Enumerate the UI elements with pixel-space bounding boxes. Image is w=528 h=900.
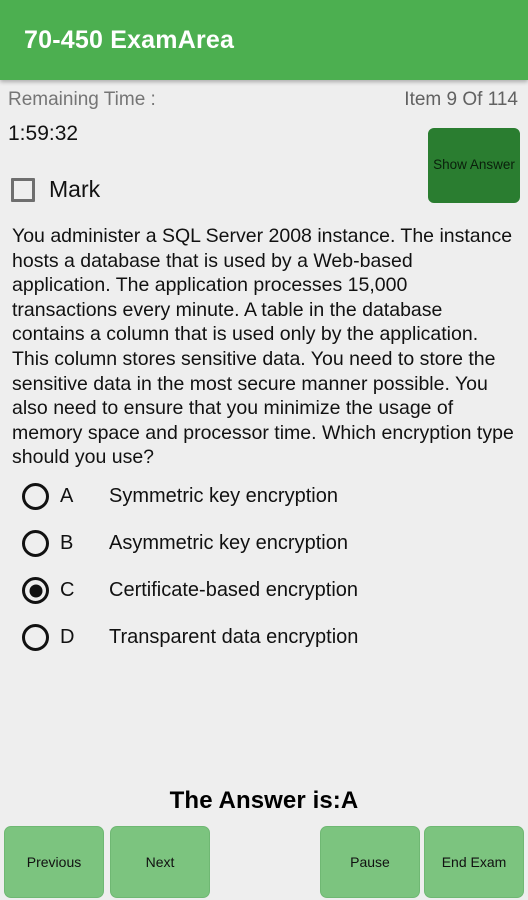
- option-letter-d: D: [60, 626, 75, 648]
- next-button[interactable]: Next: [110, 826, 210, 898]
- mark-checkbox[interactable]: [11, 177, 35, 202]
- answer-banner: The Answer is:A: [169, 787, 359, 814]
- radio-icon-d[interactable]: [22, 624, 49, 651]
- option-row-b[interactable]: B Asymmetric key encryption: [0, 520, 528, 567]
- status-row: Remaining Time : Item 9 Of 114: [0, 84, 528, 116]
- remaining-time-value: 1:59:32: [8, 122, 79, 145]
- option-row-c[interactable]: C Certificate-based encryption: [0, 567, 528, 614]
- show-answer-button[interactable]: Show Answer: [428, 128, 520, 203]
- timer-block: 1:59:32: [8, 120, 78, 148]
- question-text: You administer a SQL Server 2008 instanc…: [12, 225, 514, 469]
- radio-icon-c[interactable]: [22, 577, 49, 604]
- option-text-a: Symmetric key encryption: [109, 485, 338, 507]
- option-text-c: Certificate-based encryption: [109, 579, 359, 601]
- app-bar: 70-450 ExamArea: [0, 0, 528, 80]
- mark-checkbox-row[interactable]: Mark: [11, 176, 100, 203]
- pause-button[interactable]: Pause: [320, 826, 420, 898]
- remaining-time-label: Remaining Time :: [8, 89, 156, 110]
- option-letter-a: A: [60, 485, 74, 507]
- previous-button[interactable]: Previous: [4, 826, 104, 898]
- radio-icon-a[interactable]: [22, 483, 49, 510]
- item-counter: Item 9 Of 114: [404, 89, 518, 110]
- option-text-b: Asymmetric key encryption: [109, 532, 348, 554]
- mark-label: Mark: [49, 176, 101, 202]
- app-title: 70-450 ExamArea: [24, 25, 235, 54]
- option-row-a[interactable]: A Symmetric key encryption: [0, 473, 528, 520]
- option-text-d: Transparent data encryption: [109, 626, 359, 648]
- radio-icon-b[interactable]: [22, 530, 49, 557]
- option-letter-b: B: [60, 532, 74, 554]
- bottom-button-bar: Previous Next Pause End Exam: [0, 826, 528, 900]
- option-letter-c: C: [60, 579, 75, 601]
- option-row-d[interactable]: D Transparent data encryption: [0, 614, 528, 661]
- end-exam-button[interactable]: End Exam: [424, 826, 524, 898]
- options-list: A Symmetric key encryption B Asymmetric …: [0, 473, 528, 661]
